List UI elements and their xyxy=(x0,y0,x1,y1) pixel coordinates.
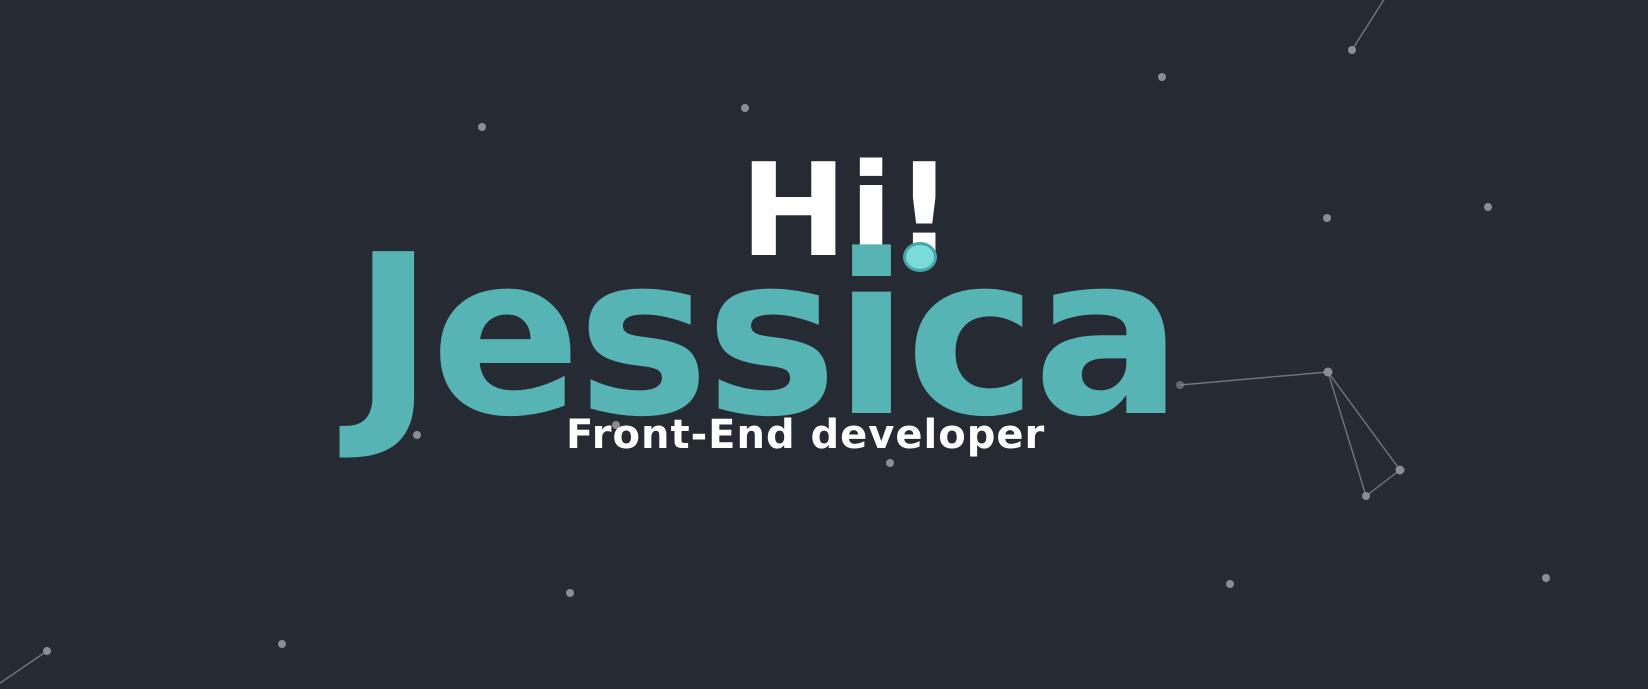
role-subtitle: Front-End developer xyxy=(566,412,1046,458)
hero-section: Hi! Jessica Front-End developer xyxy=(0,0,1648,689)
letter-hover-dot xyxy=(903,242,937,272)
landing-page: Hi! Jessica Front-End developer xyxy=(0,0,1648,689)
